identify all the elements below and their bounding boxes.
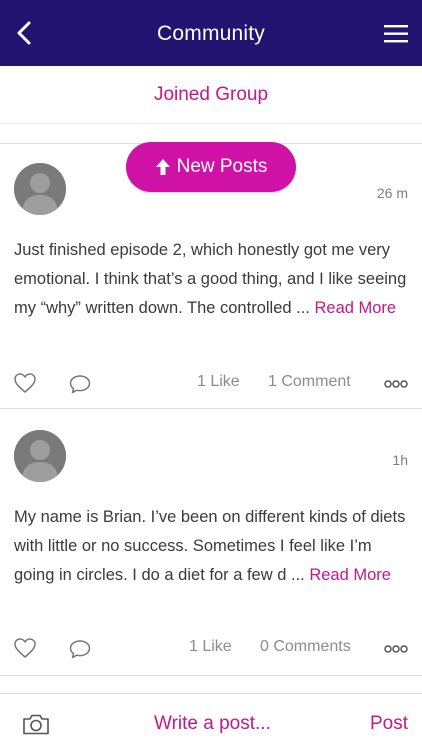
- hamburger-menu-icon[interactable]: [384, 24, 408, 44]
- comment-icon[interactable]: [68, 638, 92, 660]
- app-header: Community: [0, 0, 422, 66]
- comment-icon[interactable]: [68, 373, 92, 395]
- post-body: My name is Brian. I’ve been on different…: [14, 503, 410, 590]
- more-options-icon[interactable]: [384, 644, 408, 654]
- user-placeholder-icon: [14, 163, 66, 215]
- post-composer: Write a post... Post: [0, 694, 422, 750]
- heart-icon[interactable]: [13, 637, 37, 659]
- comment-count[interactable]: 0 Comments: [260, 638, 351, 656]
- post-button[interactable]: Post: [370, 713, 408, 735]
- tab-joined-group[interactable]: Joined Group: [0, 66, 422, 124]
- avatar[interactable]: [14, 430, 66, 482]
- post-card: 1h My name is Brian. I’ve been on differ…: [0, 410, 422, 676]
- community-screen: Community Joined Group New Posts 26 m Ju…: [0, 0, 422, 750]
- page-title: Community: [157, 22, 265, 45]
- like-count[interactable]: 1 Like: [197, 373, 240, 391]
- post-body: Just finished episode 2, which honestly …: [14, 236, 410, 323]
- read-more-link[interactable]: Read More: [314, 299, 396, 317]
- arrow-up-icon: [155, 159, 170, 175]
- comment-count[interactable]: 1 Comment: [268, 373, 351, 391]
- write-post-input[interactable]: Write a post...: [154, 713, 271, 735]
- heart-icon[interactable]: [13, 372, 37, 394]
- post-actions: 1 Like 1 Comment: [0, 369, 422, 399]
- post-timestamp: 26 m: [376, 185, 408, 201]
- post-actions: 1 Like 0 Comments: [0, 634, 422, 664]
- more-options-icon[interactable]: [384, 379, 408, 389]
- like-count[interactable]: 1 Like: [189, 638, 232, 656]
- read-more-link[interactable]: Read More: [309, 566, 391, 584]
- avatar[interactable]: [14, 163, 66, 215]
- divider: [0, 124, 422, 144]
- user-placeholder-icon: [14, 430, 66, 482]
- new-posts-button[interactable]: New Posts: [126, 142, 296, 192]
- post-timestamp: 1h: [392, 452, 408, 468]
- new-posts-label: New Posts: [176, 156, 268, 177]
- camera-icon[interactable]: [22, 712, 50, 736]
